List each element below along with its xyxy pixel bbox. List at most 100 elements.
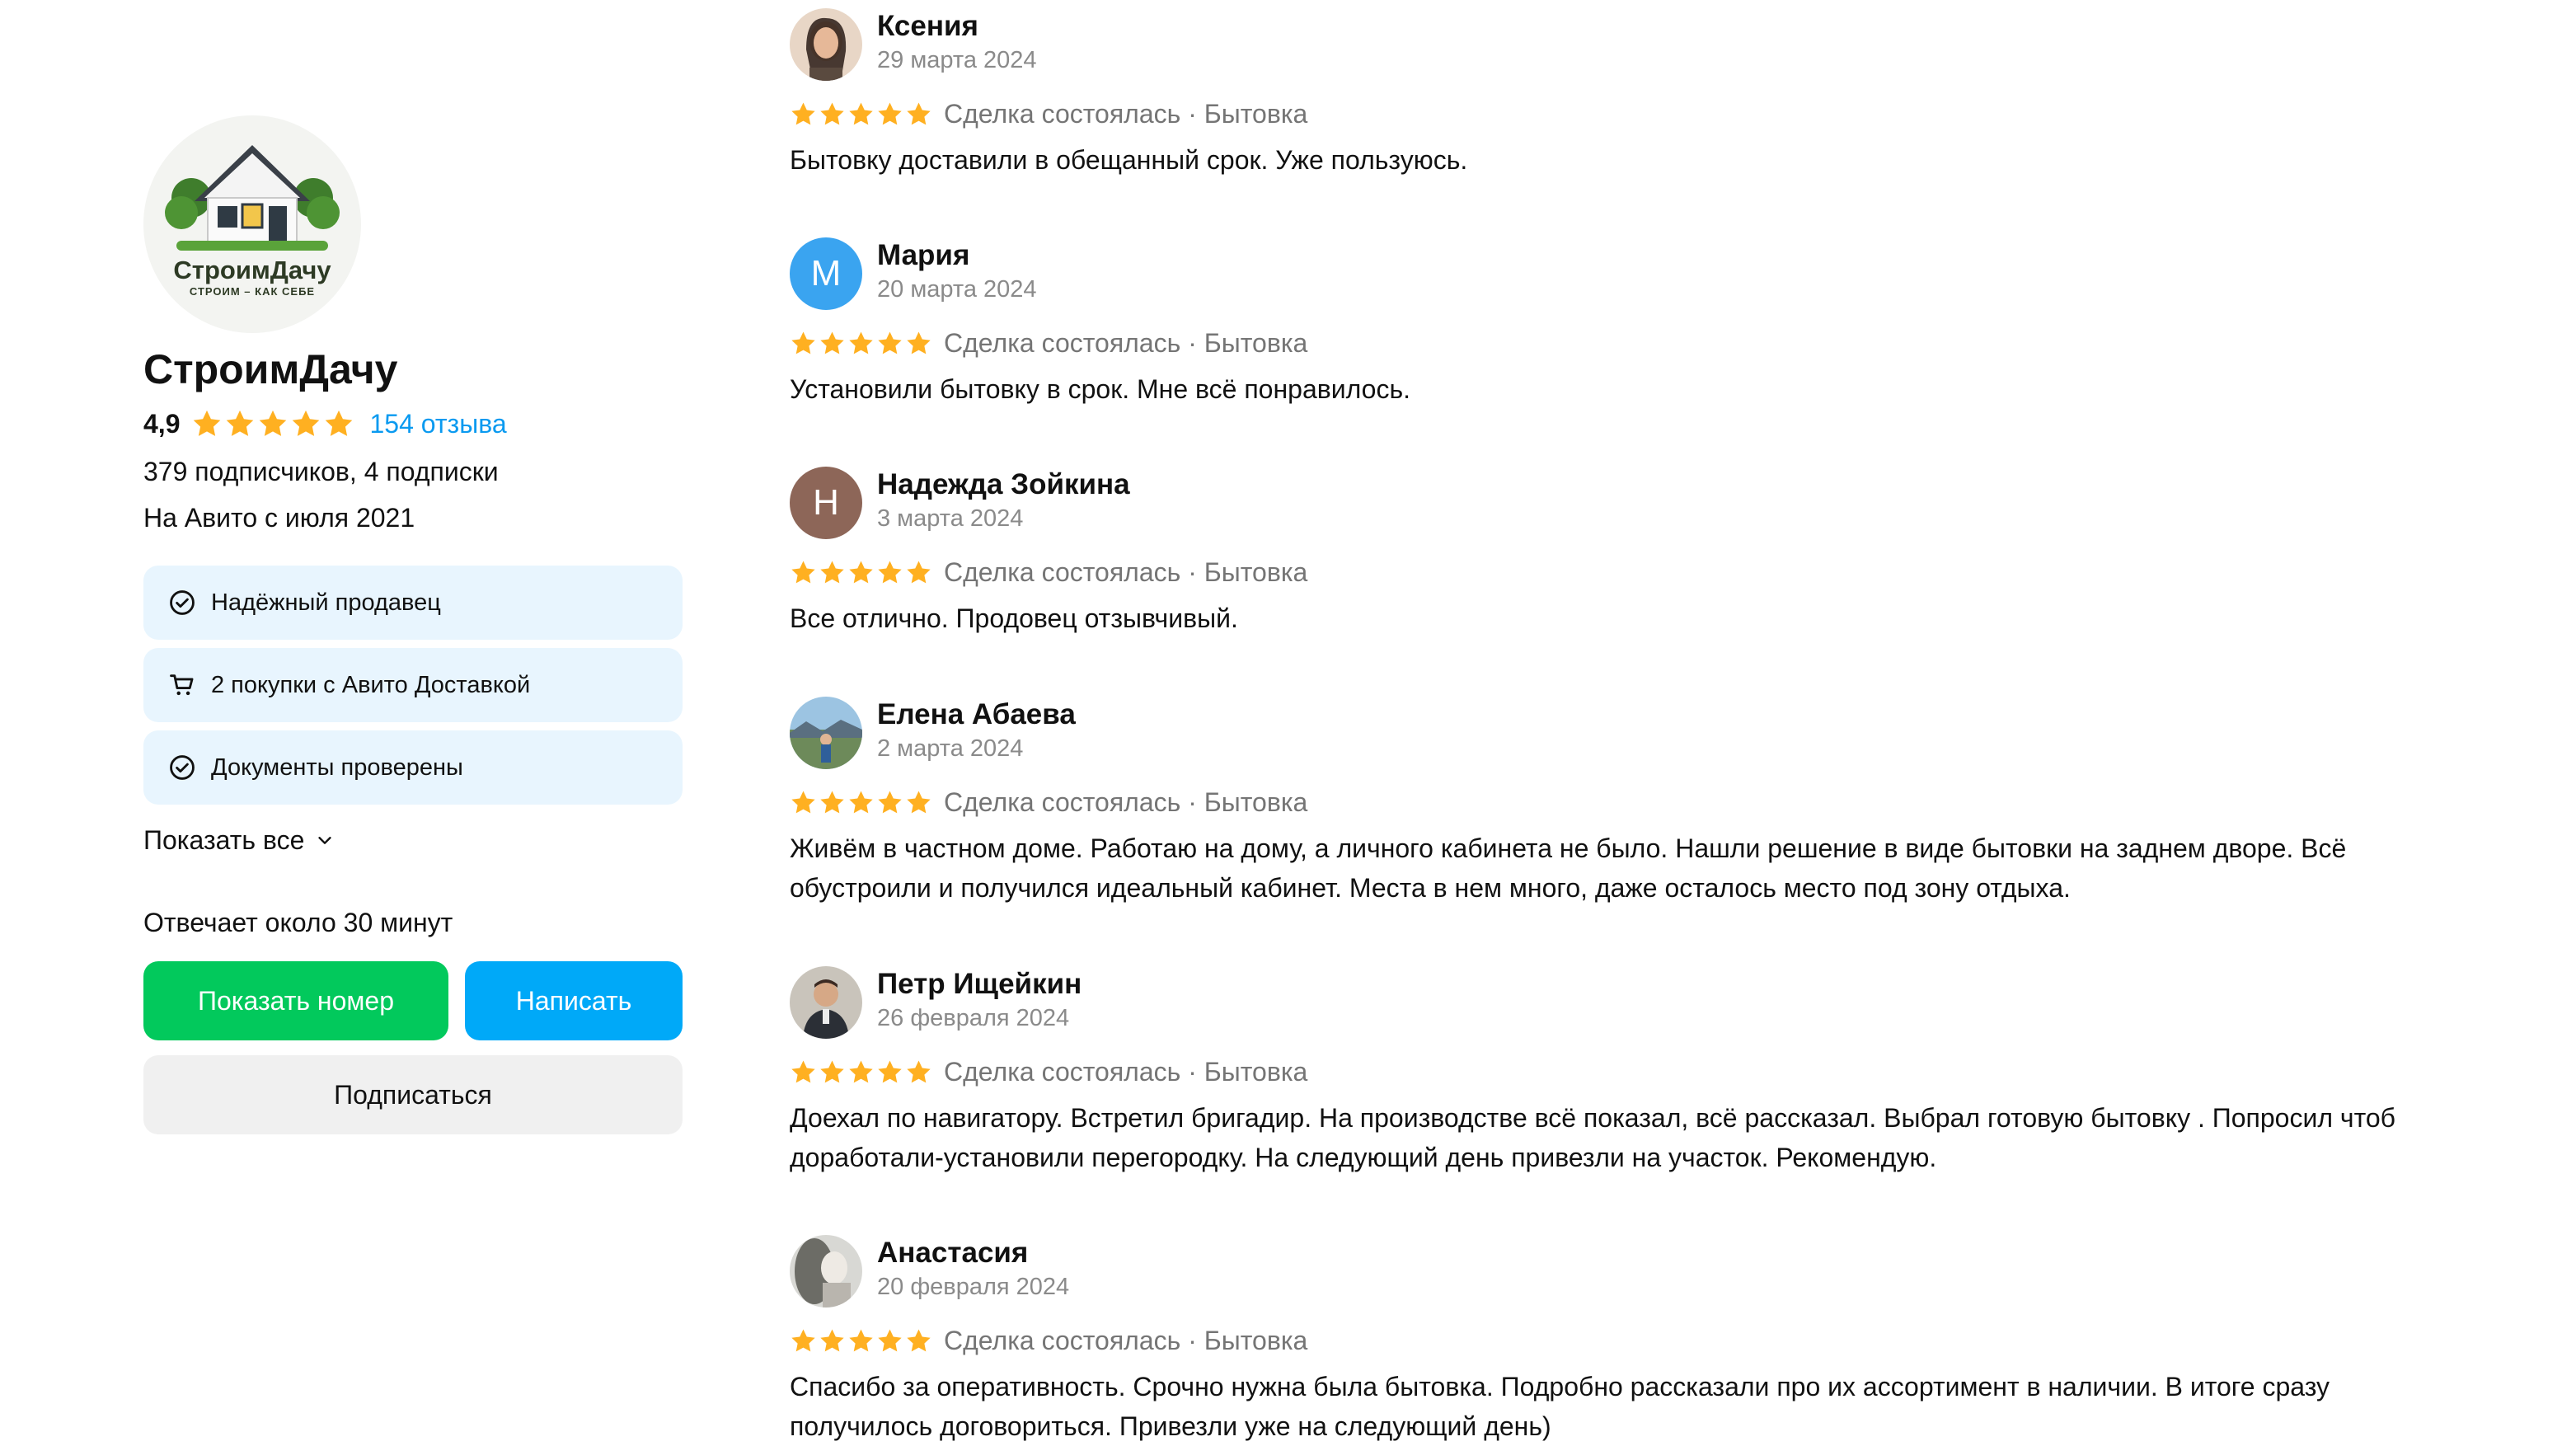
star-icon bbox=[876, 559, 903, 586]
subscribe-button[interactable]: Подписаться bbox=[143, 1055, 683, 1134]
star-icon bbox=[905, 1327, 932, 1354]
star-icon bbox=[905, 330, 932, 357]
review-item: Петр Ищейкин 26 февраля 2024 Сделка сост… bbox=[790, 966, 2447, 1177]
seller-name[interactable]: СтроимДачу bbox=[143, 343, 683, 396]
user-photo-icon bbox=[790, 966, 862, 1039]
badge-delivery-purchases[interactable]: 2 покупки с Авито Доставкой bbox=[143, 648, 683, 722]
star-icon bbox=[819, 789, 846, 816]
review-item: Ксения 29 марта 2024 Сделка состоялась ·… bbox=[790, 8, 2447, 180]
star-icon bbox=[847, 789, 875, 816]
avatar[interactable]: М bbox=[790, 237, 862, 310]
cart-icon bbox=[170, 674, 194, 696]
seller-sidebar: СтроимДачу СТРОИМ – КАК СЕБЕ СтроимДачу … bbox=[143, 115, 683, 1134]
avatar[interactable] bbox=[790, 697, 862, 769]
review-stars: Сделка состоялась · Бытовка bbox=[790, 325, 2447, 361]
star-icon bbox=[876, 1059, 903, 1086]
star-icon bbox=[905, 559, 932, 586]
badge-reliable-seller[interactable]: Надёжный продавец bbox=[143, 566, 683, 640]
reviewer-name[interactable]: Петр Ищейкин bbox=[877, 966, 1082, 1002]
star-icon bbox=[876, 330, 903, 357]
deal-status: Сделка состоялась · Бытовка bbox=[944, 556, 1308, 587]
star-icon bbox=[819, 1327, 846, 1354]
star-icon bbox=[876, 101, 903, 128]
star-icon bbox=[905, 1059, 932, 1086]
review-date: 20 марта 2024 bbox=[877, 276, 1037, 303]
reviewer-name[interactable]: Анастасия bbox=[877, 1235, 1069, 1271]
review-item: М Мария 20 марта 2024 Сделка состоялась … bbox=[790, 237, 2447, 409]
reviewer-name[interactable]: Надежда Зойкина bbox=[877, 467, 1130, 503]
followers-info[interactable]: 379 подписчиков, 4 подписки bbox=[143, 448, 683, 495]
avatar[interactable]: Н bbox=[790, 467, 862, 539]
deal-status: Сделка состоялась · Бытовка bbox=[944, 1325, 1308, 1355]
avatar[interactable] bbox=[790, 8, 862, 81]
review-stars: Сделка состоялась · Бытовка bbox=[790, 784, 2447, 820]
review-text: Живём в частном доме. Работаю на дому, а… bbox=[790, 833, 2347, 903]
check-circle-icon bbox=[170, 755, 195, 780]
badge-label: 2 покупки с Авито Доставкой bbox=[211, 671, 531, 698]
rating-value: 4,9 bbox=[143, 408, 181, 439]
star-icon bbox=[876, 1327, 903, 1354]
contact-buttons: Показать номер Написать bbox=[143, 961, 683, 1040]
star-icon bbox=[819, 330, 846, 357]
star-icon bbox=[224, 408, 256, 439]
review-date: 26 февраля 2024 bbox=[877, 1005, 1070, 1031]
rating-stars bbox=[191, 408, 356, 439]
seller-badges: Надёжный продавец 2 покупки с Авито Дост… bbox=[143, 566, 683, 805]
star-icon bbox=[847, 101, 875, 128]
show-all-label: Показать все bbox=[143, 824, 305, 855]
reviews-count-link[interactable]: 154 отзыва bbox=[369, 409, 506, 439]
review-date: 2 марта 2024 bbox=[877, 735, 1024, 762]
chevron-down-icon bbox=[318, 837, 331, 844]
review-item: Н Надежда Зойкина 3 марта 2024 Сделка со… bbox=[790, 467, 2447, 638]
reviewer-name[interactable]: Елена Абаева bbox=[877, 697, 1076, 733]
review-item: Елена Абаева 2 марта 2024 Сделка состоял… bbox=[790, 697, 2447, 908]
deal-status: Сделка состоялась · Бытовка bbox=[944, 327, 1308, 358]
reviewer-name[interactable]: Ксения bbox=[877, 8, 1037, 45]
star-icon bbox=[790, 101, 817, 128]
review-stars: Сделка состоялась · Бытовка bbox=[790, 96, 2447, 132]
show-phone-button[interactable]: Показать номер bbox=[143, 961, 448, 1040]
star-icon bbox=[790, 330, 817, 357]
deal-status: Сделка состоялась · Бытовка bbox=[944, 1056, 1308, 1087]
review-date: 29 марта 2024 bbox=[877, 47, 1037, 73]
review-stars: Сделка состоялась · Бытовка bbox=[790, 1322, 2447, 1359]
star-icon bbox=[847, 330, 875, 357]
logo-name: СтроимДачу bbox=[173, 256, 331, 284]
review-item: Анастасия 20 февраля 2024 Сделка состоял… bbox=[790, 1235, 2447, 1446]
review-text: Доехал по навигатору. Встретил бригадир.… bbox=[790, 1103, 2395, 1172]
star-icon bbox=[847, 1059, 875, 1086]
star-icon bbox=[819, 101, 846, 128]
star-icon bbox=[847, 1327, 875, 1354]
star-icon bbox=[790, 559, 817, 586]
badge-label: Документы проверены bbox=[211, 754, 463, 781]
star-icon bbox=[191, 408, 223, 439]
user-photo-icon bbox=[790, 8, 862, 81]
check-circle-icon bbox=[170, 590, 195, 615]
deal-status: Сделка состоялась · Бытовка bbox=[944, 786, 1308, 817]
badge-label: Надёжный продавец bbox=[211, 589, 441, 616]
logo-tagline: СТРОИМ – КАК СЕБЕ bbox=[189, 285, 316, 298]
review-date: 20 февраля 2024 bbox=[877, 1274, 1070, 1300]
review-text: Спасибо за оперативность. Срочно нужна б… bbox=[790, 1372, 2330, 1441]
seller-rating-row: 4,9 154 отзыва bbox=[143, 404, 683, 444]
response-time: Отвечает около 30 минут bbox=[143, 908, 453, 937]
review-stars: Сделка состоялась · Бытовка bbox=[790, 554, 2447, 590]
avatar-initial: М bbox=[810, 253, 842, 293]
badge-documents-verified[interactable]: Документы проверены bbox=[143, 730, 683, 805]
star-icon bbox=[290, 408, 321, 439]
review-stars: Сделка состоялась · Бытовка bbox=[790, 1054, 2447, 1090]
star-icon bbox=[819, 559, 846, 586]
avatar[interactable] bbox=[790, 1235, 862, 1308]
avatar[interactable] bbox=[790, 966, 862, 1039]
write-message-button[interactable]: Написать bbox=[465, 961, 683, 1040]
review-text: Все отлично. Продовец отзывчивый. bbox=[790, 603, 1238, 633]
star-icon bbox=[905, 101, 932, 128]
show-all-toggle[interactable]: Показать все bbox=[143, 819, 683, 861]
star-icon bbox=[819, 1059, 846, 1086]
star-icon bbox=[847, 559, 875, 586]
star-icon bbox=[876, 789, 903, 816]
deal-status: Сделка состоялась · Бытовка bbox=[944, 98, 1308, 129]
reviewer-name[interactable]: Мария bbox=[877, 237, 1037, 274]
star-icon bbox=[790, 789, 817, 816]
seller-logo[interactable]: СтроимДачу СТРОИМ – КАК СЕБЕ bbox=[143, 115, 361, 333]
